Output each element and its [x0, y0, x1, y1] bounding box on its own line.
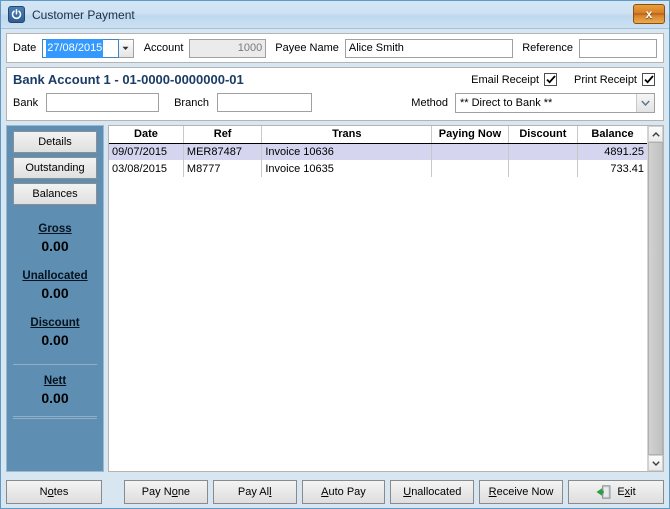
header-fields-panel: Date 27/08/2015 Account 1000 Payee Name …: [6, 33, 664, 63]
scrollbar-thumb[interactable]: [648, 142, 663, 455]
branch-input[interactable]: [216, 93, 312, 112]
payee-name-input[interactable]: [344, 38, 514, 58]
branch-label: Branch: [174, 96, 209, 109]
account-field: 1000: [189, 38, 267, 58]
bank-input[interactable]: [46, 93, 160, 112]
tab-outstanding[interactable]: Outstanding: [13, 157, 97, 179]
chevron-down-icon: [636, 94, 654, 112]
table-row[interactable]: 03/08/2015 M8777 Invoice 10635 733.41: [109, 160, 647, 177]
check-icon: [545, 75, 556, 84]
totals-group: Gross 0.00 Unallocated 0.00 Discount 0.0…: [13, 223, 97, 419]
scroll-down-button[interactable]: [648, 455, 663, 471]
check-icon: [643, 75, 654, 84]
power-icon: [8, 6, 25, 23]
cell-paying-now[interactable]: [431, 143, 509, 160]
tab-balances[interactable]: Balances: [13, 183, 97, 205]
cell-trans: Invoice 10636: [261, 143, 433, 160]
method-label: Method: [411, 97, 448, 109]
total-gross: Gross 0.00: [13, 223, 97, 254]
title-bar: Customer Payment x: [1, 1, 669, 29]
method-select[interactable]: ** Direct to Bank **: [455, 93, 655, 113]
nett-value: 0.00: [41, 390, 69, 406]
date-input[interactable]: 27/08/2015: [42, 38, 120, 58]
tab-details[interactable]: Details: [13, 131, 97, 153]
unallocated-value: 0.00: [41, 285, 69, 301]
scroll-up-button[interactable]: [648, 126, 663, 142]
cell-trans: Invoice 10635: [261, 160, 433, 177]
totals-divider: [13, 364, 97, 365]
date-dropdown-button[interactable]: [119, 38, 134, 58]
scrollbar-track[interactable]: [648, 142, 663, 455]
unallocated-label: Unallocated: [22, 270, 88, 282]
discount-label: Discount: [30, 317, 80, 329]
table-row[interactable]: 09/07/2015 MER87487 Invoice 10636 4891.2…: [109, 143, 647, 160]
method-value: ** Direct to Bank **: [460, 97, 553, 109]
customer-payment-window: Customer Payment x Date 27/08/2015 Accou…: [0, 0, 670, 509]
print-receipt-checkbox[interactable]: [642, 73, 655, 86]
payee-name-label: Payee Name: [275, 42, 339, 54]
auto-pay-button[interactable]: Auto Pay: [301, 480, 386, 504]
window-title: Customer Payment: [32, 7, 135, 22]
transactions-grid: Date Ref Trans Paying Now Discount Balan…: [108, 125, 664, 472]
cell-balance: 733.41: [610, 162, 644, 175]
nett-label: Nett: [43, 375, 67, 387]
exit-button[interactable]: Exit: [567, 480, 664, 504]
receive-now-button[interactable]: Receive Now: [479, 480, 563, 504]
footer-button-bar: Notes Pay None Pay All Auto Pay Unalloca…: [1, 476, 669, 508]
close-icon: x: [645, 7, 653, 21]
account-label: Account: [143, 42, 184, 54]
cell-date: 03/08/2015: [109, 160, 184, 177]
cell-discount[interactable]: [508, 143, 579, 160]
side-panel: Details Outstanding Balances Gross 0.00 …: [6, 125, 104, 472]
total-discount: Discount 0.00: [13, 317, 97, 348]
chevron-down-icon: [122, 46, 129, 50]
total-unallocated: Unallocated 0.00: [13, 270, 97, 301]
bank-label: Bank: [13, 96, 39, 109]
column-header-balance[interactable]: Balance: [577, 126, 647, 144]
main-area: Details Outstanding Balances Gross 0.00 …: [6, 125, 664, 472]
unallocated-button[interactable]: Unallocated: [390, 480, 475, 504]
date-label: Date: [13, 42, 37, 54]
cell-paying-now[interactable]: [431, 160, 509, 177]
email-receipt-label: Email Receipt: [471, 73, 540, 86]
chevron-up-icon: [651, 131, 660, 137]
print-receipt-label: Print Receipt: [574, 73, 637, 86]
payment-method-row: Method ** Direct to Bank **: [411, 93, 655, 113]
window-body: Date 27/08/2015 Account 1000 Payee Name …: [1, 29, 669, 476]
discount-value: 0.00: [41, 332, 69, 348]
close-button[interactable]: x: [633, 4, 665, 24]
email-receipt-checkbox[interactable]: [544, 73, 558, 86]
column-header-trans[interactable]: Trans: [261, 126, 433, 144]
reference-label: Reference: [522, 42, 573, 54]
cell-ref: M8777: [183, 160, 263, 177]
pay-all-button[interactable]: Pay All: [212, 480, 297, 504]
cell-balance: 4891.25: [577, 143, 647, 160]
exit-door-icon: [596, 485, 611, 499]
column-header-paying-now[interactable]: Paying Now: [431, 126, 509, 144]
total-nett: Nett 0.00: [13, 375, 97, 406]
account-value: 1000: [237, 41, 263, 54]
cell-ref: MER87487: [183, 143, 263, 160]
column-header-discount[interactable]: Discount: [508, 126, 579, 144]
pay-none-button[interactable]: Pay None: [124, 480, 208, 504]
reference-input[interactable]: [578, 38, 657, 58]
cell-date: 09/07/2015: [109, 143, 184, 160]
gross-label: Gross: [38, 223, 72, 235]
date-value: 27/08/2015: [46, 38, 104, 58]
cell-discount[interactable]: [508, 160, 579, 177]
gross-value: 0.00: [41, 238, 69, 254]
bank-account-panel: Bank Account 1 - 01-0000-0000000-01 Bank…: [6, 67, 664, 121]
totals-bottom-divider: [13, 416, 97, 419]
grid-header-row: Date Ref Trans Paying Now Discount Balan…: [109, 126, 647, 144]
chevron-down-icon: [651, 460, 660, 466]
grid-cells: Date Ref Trans Paying Now Discount Balan…: [109, 126, 647, 471]
receipt-options: Email Receipt Print Receipt: [471, 73, 655, 86]
column-header-date[interactable]: Date: [109, 126, 184, 144]
vertical-scrollbar[interactable]: [647, 126, 663, 471]
column-header-ref[interactable]: Ref: [183, 126, 263, 144]
notes-button[interactable]: Notes: [6, 480, 102, 504]
